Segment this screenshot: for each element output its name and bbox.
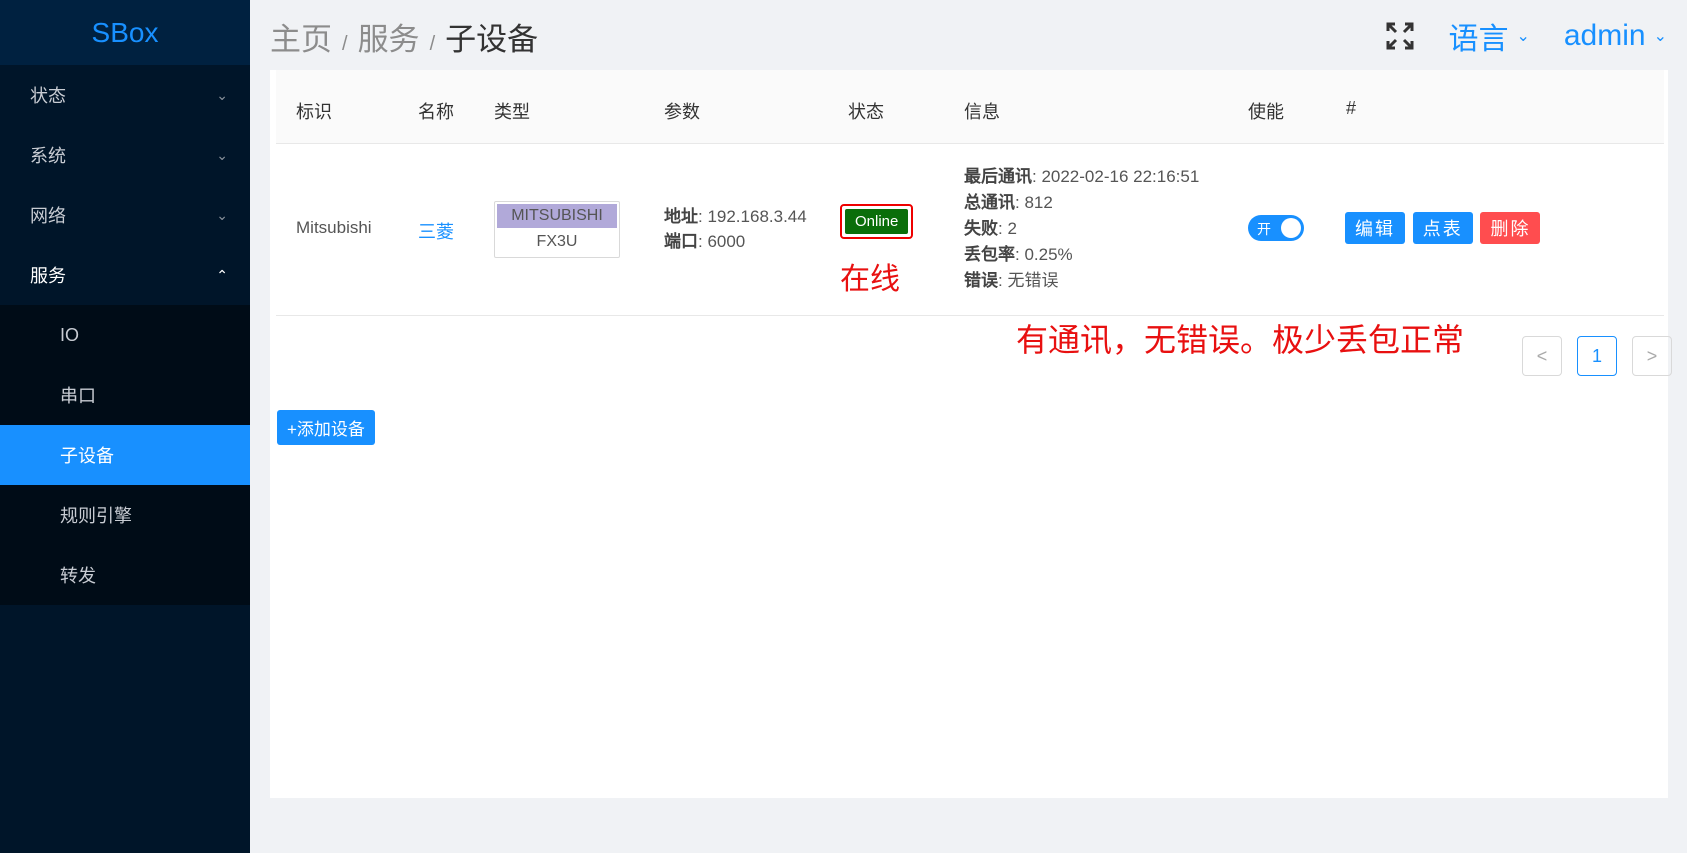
- sidebar-subitem-rule-engine[interactable]: 规则引擎: [0, 485, 250, 545]
- chevron-down-icon: ⌄: [1516, 28, 1530, 45]
- pagination: < 1 >: [1522, 336, 1672, 376]
- column-header: 信息: [964, 102, 1000, 122]
- delete-button[interactable]: 删除: [1480, 212, 1541, 244]
- toggle-label: 开: [1257, 221, 1271, 237]
- info-label: 丢包率: [964, 245, 1015, 264]
- info-value: : 2: [998, 219, 1017, 238]
- info-total-comm: 总通讯: 812: [964, 190, 1199, 216]
- param-address: 地址: 192.168.3.44: [664, 204, 807, 229]
- info-value: : 812: [1015, 193, 1053, 212]
- info-error: 错误: 无错误: [964, 268, 1199, 294]
- status-annotation: 在线: [840, 263, 900, 296]
- param-value: : 6000: [698, 232, 746, 251]
- sidebar: SBox 状态 ⌄ 系统 ⌄ 网络 ⌄ 服务 ⌃ IO 串口 子设备 规则引擎 …: [0, 0, 250, 853]
- sidebar-item-system[interactable]: 系统 ⌄: [0, 125, 250, 185]
- table-header: 标识 名称 类型 参数 状态 信息 使能 #: [276, 70, 1664, 144]
- prev-page-button[interactable]: <: [1522, 336, 1562, 376]
- column-header: 名称: [418, 102, 454, 122]
- sidebar-item-status[interactable]: 状态 ⌄: [0, 65, 250, 125]
- sidebar-item-label: 网络: [30, 206, 66, 226]
- sidebar-item-service[interactable]: 服务 ⌃: [0, 245, 250, 305]
- chevron-down-icon: ⌄: [216, 86, 228, 103]
- info-label: 失败: [964, 219, 998, 238]
- sidebar-subitem-forward[interactable]: 转发: [0, 545, 250, 605]
- column-header: 类型: [494, 102, 530, 122]
- user-dropdown[interactable]: admin ⌄: [1564, 19, 1667, 53]
- language-label: 语言: [1448, 23, 1509, 56]
- param-value: : 192.168.3.44: [698, 207, 807, 226]
- column-header: 使能: [1248, 102, 1284, 122]
- chevron-down-icon: ⌄: [1653, 28, 1667, 45]
- sidebar-subitem-io[interactable]: IO: [0, 305, 250, 365]
- sidebar-item-label: 服务: [30, 266, 66, 286]
- param-label: 端口: [664, 232, 698, 251]
- status-badge: Online: [845, 209, 909, 234]
- sidebar-item-label: 状态: [30, 86, 66, 106]
- toggle-knob: [1281, 218, 1301, 238]
- breadcrumb-separator: /: [429, 32, 436, 55]
- breadcrumb-service[interactable]: 服务: [358, 14, 420, 59]
- info-value: : 2022-02-16 22:16:51: [1032, 167, 1200, 186]
- info-loss-rate: 丢包率: 0.25%: [964, 242, 1199, 268]
- language-dropdown[interactable]: 语言 ⌄: [1448, 14, 1529, 58]
- row-actions: 编辑 点表 删除: [1345, 212, 1543, 244]
- header: 主页 / 服务 / 子设备 语言 ⌄ admin ⌄: [250, 0, 1687, 72]
- sidebar-subitem-subdevice[interactable]: 子设备: [0, 425, 250, 485]
- info-label: 最后通讯: [964, 167, 1032, 186]
- device-table: 标识 名称 类型 参数 状态 信息 使能 # Mitsubishi 三菱 MIT…: [276, 70, 1664, 316]
- info-value: : 无错误: [998, 271, 1059, 290]
- sidebar-subitem-serial[interactable]: 串口: [0, 365, 250, 425]
- chevron-down-icon: ⌄: [216, 206, 228, 223]
- fullscreen-icon[interactable]: [1386, 22, 1414, 50]
- breadcrumb-home[interactable]: 主页: [270, 14, 332, 59]
- edit-button[interactable]: 编辑: [1345, 212, 1405, 244]
- header-actions: 语言 ⌄ admin ⌄: [1386, 14, 1667, 58]
- device-id: Mitsubishi: [296, 218, 372, 237]
- column-header: 状态: [848, 102, 884, 122]
- next-page-button[interactable]: >: [1632, 336, 1672, 376]
- column-header: 标识: [296, 102, 332, 122]
- enable-toggle[interactable]: 开: [1248, 215, 1304, 241]
- device-params: 地址: 192.168.3.44 端口: 6000: [664, 204, 807, 254]
- point-table-button[interactable]: 点表: [1412, 212, 1473, 244]
- status-cell: Online: [840, 204, 914, 239]
- table-row: Mitsubishi 三菱 MITSUBISHI FX3U 地址: 192.16…: [276, 144, 1664, 316]
- column-header: #: [1346, 98, 1357, 118]
- info-failures: 失败: 2: [964, 216, 1199, 242]
- device-type-model: FX3U: [536, 233, 578, 250]
- info-value: : 0.25%: [1015, 245, 1073, 264]
- info-label: 总通讯: [964, 193, 1015, 212]
- page-button[interactable]: 1: [1577, 336, 1617, 376]
- info-annotation: 有通讯，无错误。极少丢包正常: [1016, 322, 1465, 358]
- column-header: 参数: [664, 102, 700, 122]
- info-label: 错误: [964, 271, 998, 290]
- chevron-up-icon: ⌃: [216, 266, 228, 283]
- user-label: admin: [1563, 19, 1646, 52]
- main-content: 标识 名称 类型 参数 状态 信息 使能 # Mitsubishi 三菱 MIT…: [270, 70, 1672, 798]
- breadcrumb: 主页 / 服务 / 子设备: [270, 14, 538, 59]
- device-name-link[interactable]: 三菱: [418, 218, 454, 244]
- service-submenu: IO 串口 子设备 规则引擎 转发: [0, 305, 250, 605]
- breadcrumb-current: 子设备: [445, 21, 539, 57]
- add-device-button[interactable]: +添加设备: [277, 410, 375, 445]
- device-type-box: MITSUBISHI FX3U: [494, 201, 620, 258]
- device-type-brand: MITSUBISHI: [497, 204, 617, 228]
- info-last-comm: 最后通讯: 2022-02-16 22:16:51: [964, 164, 1199, 190]
- breadcrumb-separator: /: [342, 32, 348, 55]
- sidebar-item-label: 系统: [30, 146, 66, 166]
- app-logo[interactable]: SBox: [0, 0, 250, 65]
- device-info: 最后通讯: 2022-02-16 22:16:51 总通讯: 812 失败: 2…: [964, 164, 1199, 294]
- param-label: 地址: [664, 207, 698, 226]
- param-port: 端口: 6000: [664, 229, 807, 254]
- chevron-down-icon: ⌄: [216, 146, 228, 163]
- sidebar-item-network[interactable]: 网络 ⌄: [0, 185, 250, 245]
- status-highlight: Online: [840, 204, 914, 239]
